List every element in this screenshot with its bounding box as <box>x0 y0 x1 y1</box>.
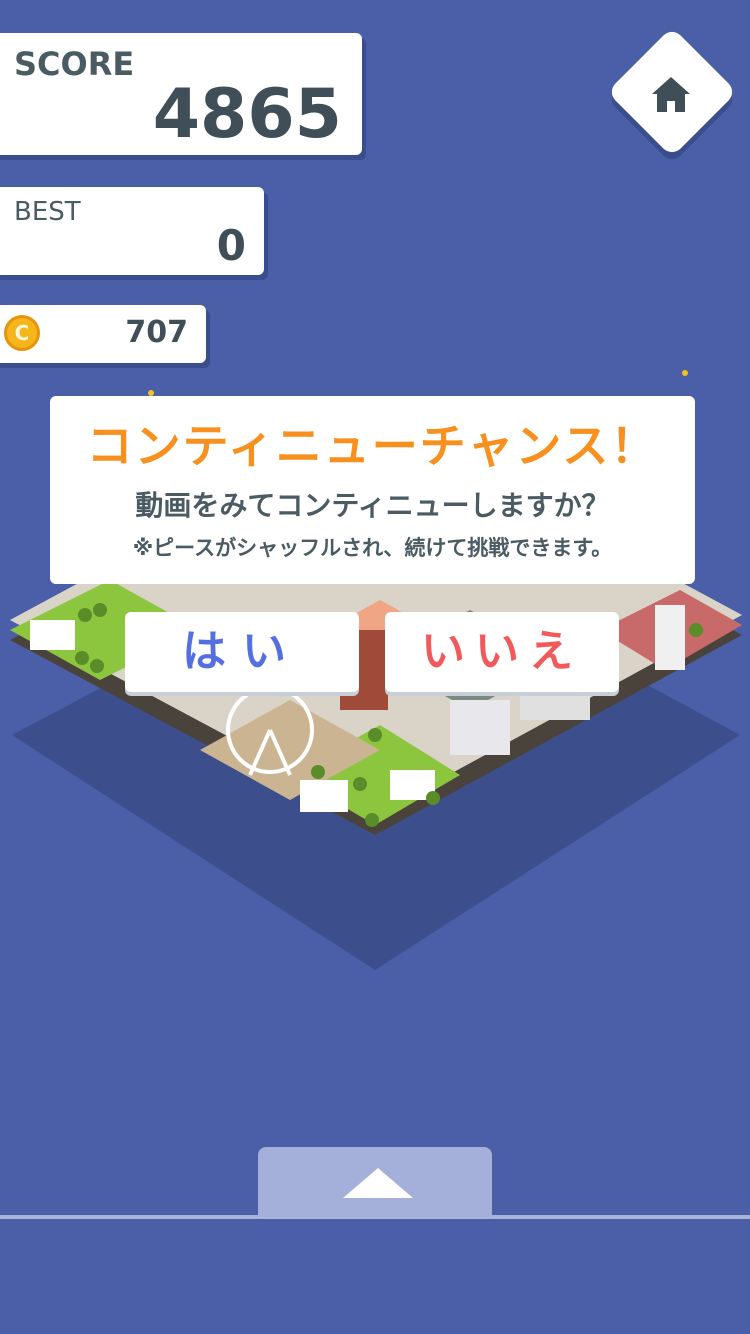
coin-icon: C <box>4 315 40 351</box>
dialog-title: コンティニューチャンス！ <box>86 419 659 473</box>
score-label: SCORE <box>14 45 135 83</box>
no-button[interactable]: いいえ <box>385 612 619 692</box>
best-label: BEST <box>14 197 81 227</box>
dialog-message: 動画をみてコンティニューしますか？ <box>135 489 610 522</box>
yes-button[interactable]: はい <box>125 612 359 692</box>
best-panel: BEST 0 <box>0 187 264 275</box>
home-icon[interactable] <box>648 72 694 118</box>
score-panel: SCORE 4865 <box>0 33 362 155</box>
house <box>300 780 348 812</box>
tower <box>655 605 685 670</box>
sparkle <box>682 370 688 376</box>
white-building <box>450 700 510 755</box>
continue-dialog: コンティニューチャンス！ 動画をみてコンティニューしますか？ ※ピースがシャッフ… <box>50 396 695 584</box>
up-arrow-icon[interactable] <box>343 1168 413 1198</box>
house <box>30 620 75 650</box>
best-value: 0 <box>216 221 246 270</box>
dialog-note: ※ピースがシャッフルされ、続けて挑戦できます。 <box>132 536 613 560</box>
coin-count: 707 <box>125 315 188 350</box>
score-value: 4865 <box>152 75 342 154</box>
coin-panel: C 707 <box>0 305 206 363</box>
